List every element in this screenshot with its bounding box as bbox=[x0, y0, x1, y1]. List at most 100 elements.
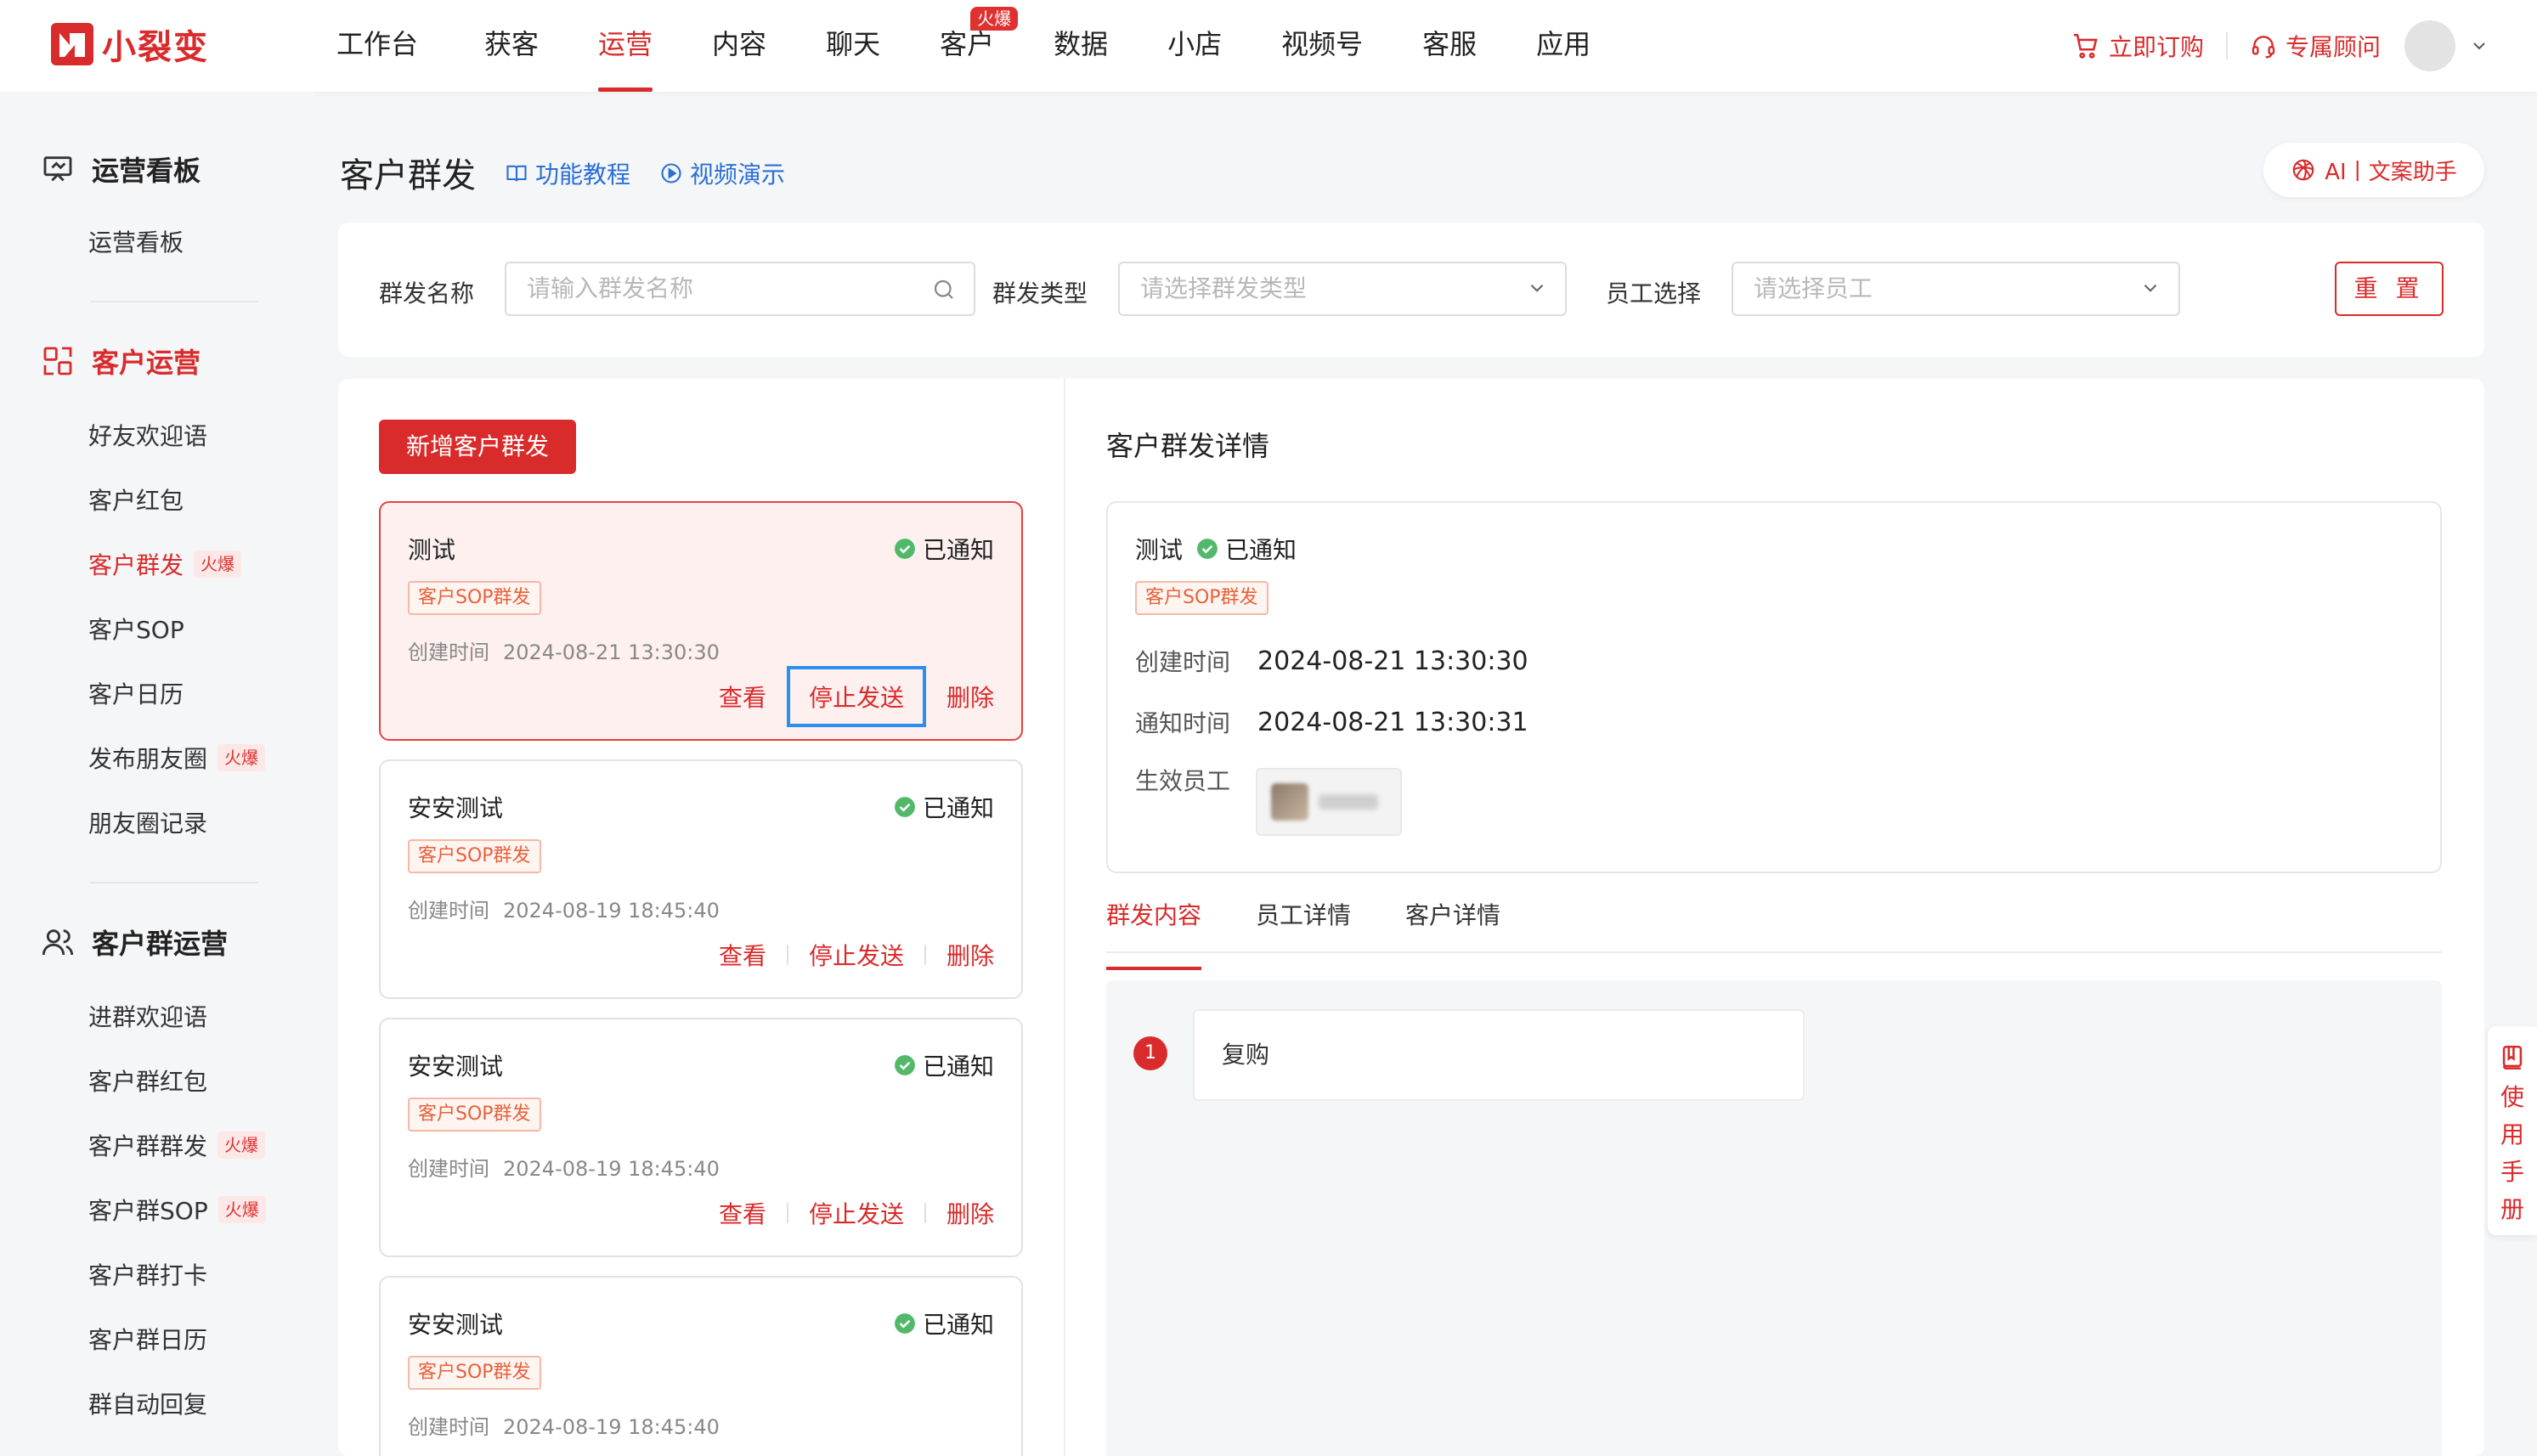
sidebar-item-customer-broadcast[interactable]: 客户群发 火爆 bbox=[88, 547, 242, 581]
detail-notified-row: 通知时间 2024-08-21 13:30:31 bbox=[1135, 705, 1528, 739]
staff-select[interactable]: 请选择员工 bbox=[1732, 262, 2180, 316]
created-time: 创建时间 2024-08-21 13:30:30 bbox=[408, 635, 720, 665]
hot-badge: 火爆 bbox=[218, 1132, 266, 1159]
sop-tag: 客户SOP群发 bbox=[408, 1098, 541, 1132]
delete-button[interactable]: 删除 bbox=[946, 1196, 994, 1230]
tutorial-link[interactable]: 功能教程 bbox=[505, 156, 630, 190]
card-title: 安安测试 bbox=[408, 794, 504, 822]
sidebar-item-group-checkin[interactable]: 客户群打卡 bbox=[88, 1257, 207, 1291]
status-text: 已通知 bbox=[922, 794, 994, 822]
sidebar-group-dashboard[interactable]: 运营看板 bbox=[41, 150, 201, 189]
tab-broadcast-content[interactable]: 群发内容 bbox=[1106, 895, 1202, 970]
tab-staff-details[interactable]: 员工详情 bbox=[1256, 895, 1351, 951]
avatar[interactable] bbox=[2404, 20, 2455, 71]
nav-item-channels[interactable]: 视频号 bbox=[1281, 0, 1363, 92]
sidebar-item-friend-welcome[interactable]: 好友欢迎语 bbox=[88, 418, 207, 452]
sidebar-item-group-autoreply[interactable]: 群自动回复 bbox=[88, 1386, 207, 1420]
ai-copywriter-button[interactable]: AI丨文案助手 bbox=[2263, 143, 2484, 197]
nav-item-data[interactable]: 数据 bbox=[1054, 0, 1108, 92]
view-button[interactable]: 查看 bbox=[719, 938, 766, 972]
nav-item-workbench[interactable]: 工作台 bbox=[336, 0, 418, 92]
stop-sending-button[interactable]: 停止发送 bbox=[809, 938, 904, 972]
nav-item-acquire[interactable]: 获客 bbox=[484, 0, 539, 92]
staff-chip[interactable] bbox=[1256, 768, 1402, 836]
sidebar-item-customer-redpacket[interactable]: 客户红包 bbox=[88, 483, 184, 516]
advisor-link[interactable]: 专属顾问 bbox=[2250, 29, 2381, 63]
view-button[interactable]: 查看 bbox=[719, 1196, 766, 1230]
status-badge: 已通知 bbox=[1196, 532, 1297, 566]
broadcast-name-placeholder: 请输入群发名称 bbox=[527, 274, 694, 302]
chevron-down-icon bbox=[2144, 284, 2157, 292]
sidebar-item-group-redpacket[interactable]: 客户群红包 bbox=[88, 1064, 207, 1098]
reset-button[interactable]: 重 置 bbox=[2335, 262, 2444, 316]
brand-logo[interactable]: 小裂变 bbox=[51, 20, 209, 68]
sidebar-item-customer-sop[interactable]: 客户SOP bbox=[88, 612, 184, 646]
detail-name: 测试 bbox=[1135, 536, 1184, 564]
sidebar-item-join-welcome[interactable]: 进群欢迎语 bbox=[88, 999, 207, 1033]
status-text: 已通知 bbox=[922, 536, 994, 564]
sidebar-item-label: 客户群SOP bbox=[88, 1197, 208, 1225]
sidebar-item-customer-calendar[interactable]: 客户日历 bbox=[88, 676, 184, 710]
customer-ops-icon bbox=[43, 347, 72, 375]
order-label: 立即订购 bbox=[2108, 33, 2204, 61]
status-text: 已通知 bbox=[922, 1052, 994, 1081]
created-time-label: 创建时间 bbox=[408, 899, 489, 923]
nav-item-service[interactable]: 客服 bbox=[1422, 0, 1477, 92]
card-title: 测试 bbox=[408, 536, 456, 564]
divider bbox=[2225, 32, 2228, 59]
detail-created-row: 创建时间 2024-08-21 13:30:30 bbox=[1135, 644, 1528, 678]
status-text: 已通知 bbox=[1225, 536, 1297, 564]
broadcast-type-select[interactable]: 请选择群发类型 bbox=[1118, 262, 1567, 316]
stop-sending-button[interactable]: 停止发送 bbox=[786, 666, 926, 727]
nav-item-content[interactable]: 内容 bbox=[712, 0, 766, 92]
detail-created-value: 2024-08-21 13:30:30 bbox=[1257, 646, 1528, 676]
staff-name-blurred bbox=[1319, 794, 1378, 810]
manual-book-icon bbox=[2502, 1045, 2523, 1070]
sidebar-group-group-ops[interactable]: 客户群运营 bbox=[41, 923, 228, 962]
delete-button[interactable]: 删除 bbox=[946, 938, 994, 972]
message-content: 复购 bbox=[1193, 1009, 1805, 1101]
user-manual-button[interactable]: 使用手册 bbox=[2488, 1026, 2537, 1235]
delete-button[interactable]: 删除 bbox=[946, 680, 994, 714]
sidebar-item-post-moments[interactable]: 发布朋友圈 火爆 bbox=[88, 741, 266, 775]
broadcast-card[interactable]: 安安测试 已通知 客户SOP群发 创建时间 2024-08-19 18:45:40… bbox=[379, 1018, 1023, 1257]
filter-staff-label: 员工选择 bbox=[1606, 279, 1702, 308]
status-badge: 已通知 bbox=[894, 1306, 994, 1340]
broadcast-card[interactable]: 测试 已通知 客户SOP群发 创建时间 2024-08-21 13:30:30 查… bbox=[379, 501, 1023, 741]
broadcast-content-area: 1 复购 bbox=[1106, 980, 2442, 1456]
nav-item-customer[interactable]: 客户 火爆 bbox=[940, 0, 1019, 92]
panel-divider bbox=[1064, 379, 1065, 1456]
nav-item-operations[interactable]: 运营 bbox=[598, 0, 653, 92]
sidebar-item-group-sop[interactable]: 客户群SOP 火爆 bbox=[88, 1193, 266, 1227]
check-circle-icon bbox=[895, 1313, 915, 1334]
tab-customer-details[interactable]: 客户详情 bbox=[1405, 895, 1500, 951]
order-link[interactable]: 立即订购 bbox=[2071, 29, 2204, 63]
broadcast-card[interactable]: 安安测试 已通知 客户SOP群发 创建时间 2024-08-19 18:45:40… bbox=[379, 759, 1023, 999]
video-demo-link[interactable]: 视频演示 bbox=[659, 156, 785, 190]
top-navbar: 小裂变 工作台 获客 运营 内容 聊天 客户 火爆 数据 小店 视频号 客服 应… bbox=[0, 0, 2537, 92]
created-time-value: 2024-08-21 13:30:30 bbox=[503, 641, 720, 664]
created-time-label: 创建时间 bbox=[408, 1415, 489, 1439]
view-button[interactable]: 查看 bbox=[719, 680, 766, 714]
sidebar-item-group-calendar[interactable]: 客户群日历 bbox=[88, 1322, 207, 1356]
status-badge: 已通知 bbox=[894, 790, 994, 824]
sidebar-item-moments-log[interactable]: 朋友圈记录 bbox=[88, 805, 207, 839]
filter-bar: 群发名称 请输入群发名称 群发类型 请选择群发类型 员工选择 请选择员工 重 置 bbox=[338, 223, 2484, 357]
stop-sending-button[interactable]: 停止发送 bbox=[809, 1196, 904, 1230]
nav-item-customer-label: 客户 bbox=[940, 28, 995, 60]
check-circle-icon bbox=[895, 1055, 915, 1075]
detail-name-row: 测试 已通知 bbox=[1135, 532, 1297, 566]
nav-item-store[interactable]: 小店 bbox=[1167, 0, 1222, 92]
sidebar-group-customer-ops-label: 客户运营 bbox=[92, 347, 201, 379]
sidebar-item-dashboard[interactable]: 运营看板 bbox=[88, 224, 184, 258]
broadcast-card[interactable]: 安安测试 已通知 客户SOP群发 创建时间 2024-08-19 18:45:40 bbox=[379, 1276, 1023, 1456]
chevron-down-icon[interactable] bbox=[2469, 36, 2489, 56]
sidebar-item-group-broadcast[interactable]: 客户群群发 火爆 bbox=[88, 1128, 266, 1162]
created-time-value: 2024-08-19 18:45:40 bbox=[503, 1415, 720, 1439]
main-panel: 新增客户群发 测试 已通知 客户SOP群发 创建时间 2024-08-21 13:… bbox=[338, 379, 2484, 1456]
broadcast-name-input[interactable]: 请输入群发名称 bbox=[505, 262, 975, 316]
add-broadcast-button[interactable]: 新增客户群发 bbox=[379, 420, 576, 474]
nav-item-apps[interactable]: 应用 bbox=[1536, 0, 1591, 92]
nav-item-chat[interactable]: 聊天 bbox=[826, 0, 880, 92]
sidebar-group-customer-ops[interactable]: 客户运营 bbox=[41, 341, 201, 381]
